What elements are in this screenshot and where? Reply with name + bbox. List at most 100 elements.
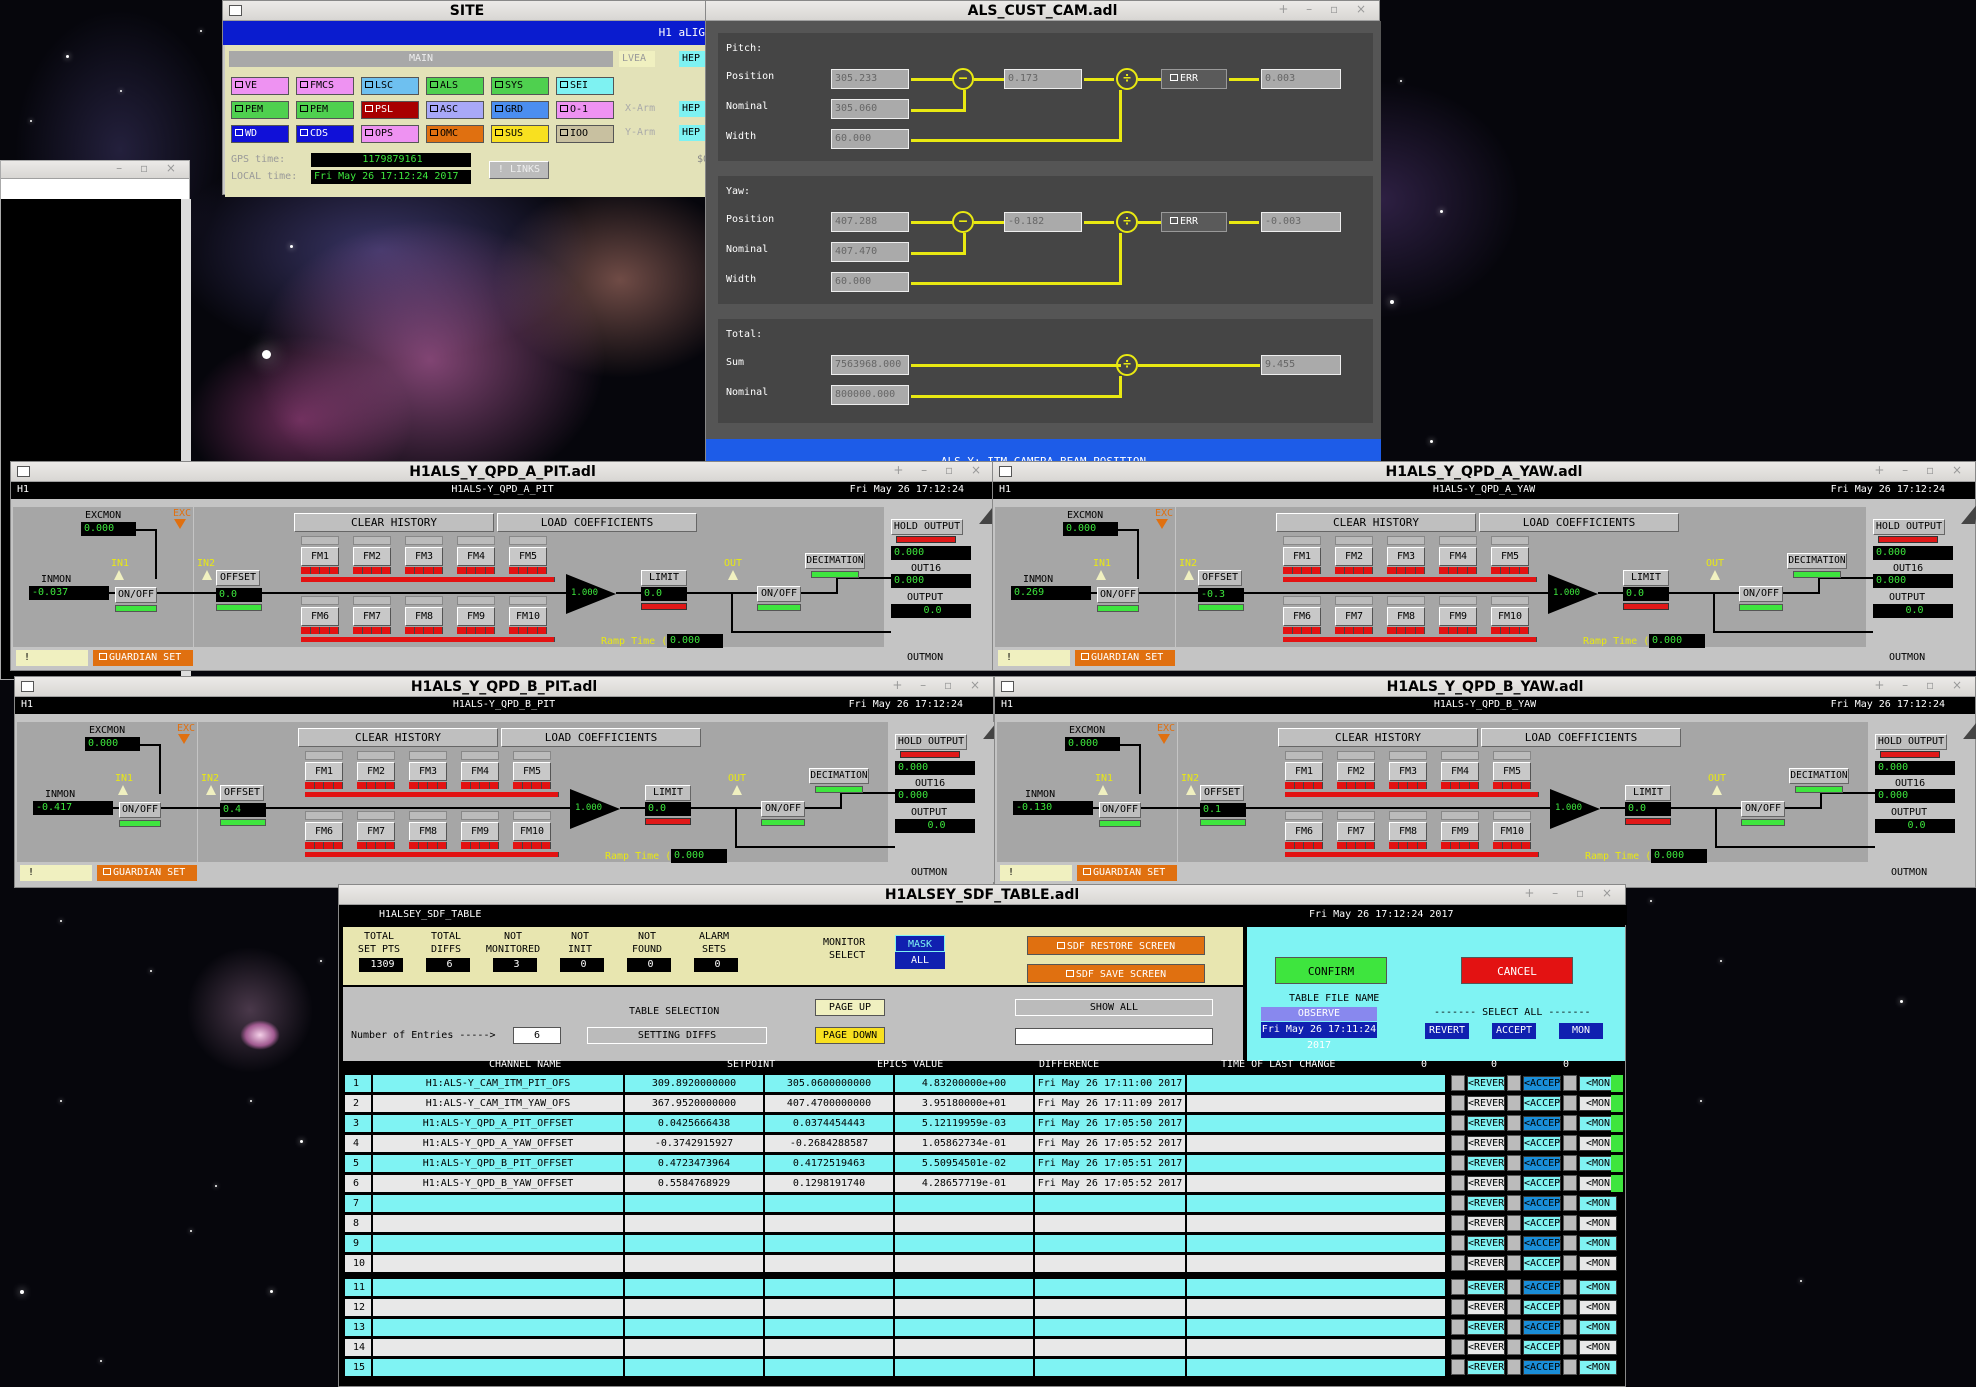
mon-button[interactable]: <MON — [1579, 1256, 1617, 1271]
site-button-sei[interactable]: SEI — [556, 77, 614, 95]
guardian-set-button[interactable]: GUARDIAN SET — [97, 865, 197, 881]
fm8-button[interactable]: FM8 — [409, 822, 447, 841]
mon-button[interactable]: <MON — [1579, 1360, 1617, 1375]
window-controls[interactable]: + – ▫ × — [1874, 678, 1969, 692]
hold-output-button[interactable]: HOLD OUTPUT — [1873, 519, 1945, 535]
ramp-time-value[interactable]: 0.000 — [1651, 849, 1707, 863]
site-button-sus[interactable]: SUS — [491, 125, 549, 143]
input-onoff-button[interactable]: ON/OFF — [1099, 802, 1141, 818]
accept-checkbox[interactable] — [1507, 1319, 1521, 1335]
mon-checkbox[interactable] — [1563, 1095, 1577, 1111]
accept-button[interactable]: <ACCEPT — [1523, 1340, 1566, 1355]
fm9-button[interactable]: FM9 — [461, 822, 499, 841]
fm2-button[interactable]: FM2 — [357, 762, 395, 781]
fm9-button[interactable]: FM9 — [1439, 607, 1477, 626]
revert-button[interactable]: <REVERT — [1467, 1236, 1510, 1251]
guardian-set-button[interactable]: GUARDIAN SET — [93, 650, 193, 666]
accept-button[interactable]: <ACCEPT — [1523, 1280, 1566, 1295]
fm9-button[interactable]: FM9 — [457, 607, 495, 626]
limit-button[interactable]: LIMIT — [1623, 570, 1669, 586]
mon-checkbox[interactable] — [1563, 1155, 1577, 1171]
filter-titlebar[interactable]: H1ALS_Y_QPD_B_YAW.adl + – ▫ × — [995, 677, 1975, 697]
fm1-button[interactable]: FM1 — [305, 762, 343, 781]
limit-button[interactable]: LIMIT — [1625, 785, 1671, 801]
site-button-pem[interactable]: PEM — [296, 101, 354, 119]
alert-button[interactable]: ! — [20, 865, 92, 881]
fm6-button[interactable]: FM6 — [301, 607, 339, 626]
mon-button[interactable]: <MON — [1579, 1340, 1617, 1355]
load-coefficients-button[interactable]: LOAD COEFFICIENTS — [1479, 513, 1679, 532]
accept-button[interactable]: <ACCEPT — [1523, 1176, 1566, 1191]
revert-button[interactable]: <REVERT — [1467, 1136, 1510, 1151]
fm9-button[interactable]: FM9 — [1441, 822, 1479, 841]
mon-button[interactable]: <MON — [1579, 1216, 1617, 1231]
fm8-button[interactable]: FM8 — [1387, 607, 1425, 626]
window-controls[interactable]: + – ▫ × — [893, 463, 988, 477]
revert-button[interactable]: <REVERT — [1467, 1116, 1510, 1131]
accept-checkbox[interactable] — [1507, 1195, 1521, 1211]
offset-value[interactable]: 0.0 — [216, 588, 262, 602]
output-onoff-button[interactable]: ON/OFF — [757, 586, 801, 602]
output-onoff-button[interactable]: ON/OFF — [761, 801, 805, 817]
fm10-button[interactable]: FM10 — [513, 822, 551, 841]
site-titlebar[interactable]: SITE — [223, 1, 711, 21]
mon-checkbox[interactable] — [1563, 1175, 1577, 1191]
guardian-set-button[interactable]: GUARDIAN SET — [1075, 650, 1175, 666]
yaw-err-button[interactable]: ERR — [1161, 212, 1227, 232]
fm2-button[interactable]: FM2 — [1337, 762, 1375, 781]
page-up-button[interactable]: PAGE UP — [815, 999, 885, 1016]
limit-button[interactable]: LIMIT — [645, 785, 691, 801]
fm1-button[interactable]: FM1 — [301, 547, 339, 566]
site-button-wd[interactable]: WD — [231, 125, 289, 143]
offset-value[interactable]: 0.4 — [220, 803, 266, 817]
mon-button[interactable]: <MON — [1579, 1300, 1617, 1315]
show-all-dropdown[interactable]: SHOW ALL — [1015, 999, 1213, 1016]
load-coefficients-button[interactable]: LOAD COEFFICIENTS — [1481, 728, 1681, 747]
revert-checkbox[interactable] — [1451, 1215, 1465, 1231]
sdf-restore-button[interactable]: SDF RESTORE SCREEN — [1027, 936, 1205, 955]
mon-button[interactable]: <MON — [1579, 1236, 1617, 1251]
site-button-sys[interactable]: SYS — [491, 77, 549, 95]
accept-checkbox[interactable] — [1507, 1095, 1521, 1111]
revert-checkbox[interactable] — [1451, 1279, 1465, 1295]
alert-button[interactable]: ! — [998, 650, 1070, 666]
setting-diffs-dropdown[interactable]: SETTING DIFFS — [587, 1027, 767, 1044]
mon-checkbox[interactable] — [1563, 1319, 1577, 1335]
sdf-save-button[interactable]: SDF SAVE SCREEN — [1027, 964, 1205, 983]
accept-button[interactable]: <ACCEPT — [1523, 1076, 1566, 1091]
site-button-o-1[interactable]: O-1 — [556, 101, 614, 119]
alert-button[interactable]: ! — [16, 650, 88, 666]
site-button-psl[interactable]: PSL — [361, 101, 419, 119]
fm2-button[interactable]: FM2 — [353, 547, 391, 566]
hold-output-button[interactable]: HOLD OUTPUT — [895, 734, 967, 750]
accept-button[interactable]: <ACCEPT — [1523, 1096, 1566, 1111]
mon-checkbox[interactable] — [1563, 1235, 1577, 1251]
site-button-grd[interactable]: GRD — [491, 101, 549, 119]
offset-button[interactable]: OFFSET — [220, 785, 264, 801]
hold-output-button[interactable]: HOLD OUTPUT — [891, 519, 963, 535]
revert-checkbox[interactable] — [1451, 1359, 1465, 1375]
accept-checkbox[interactable] — [1507, 1255, 1521, 1271]
revert-button[interactable]: <REVERT — [1467, 1096, 1510, 1111]
decimation-button[interactable]: DECIMATION — [805, 553, 865, 569]
fm7-button[interactable]: FM7 — [1337, 822, 1375, 841]
fm3-button[interactable]: FM3 — [405, 547, 443, 566]
revert-button[interactable]: <REVERT — [1467, 1216, 1510, 1231]
site-button-cds[interactable]: CDS — [296, 125, 354, 143]
window-menu-icon[interactable] — [1001, 681, 1014, 692]
revert-checkbox[interactable] — [1451, 1075, 1465, 1091]
guardian-set-button[interactable]: GUARDIAN SET — [1077, 865, 1177, 881]
site-button-ops[interactable]: OPS — [361, 125, 419, 143]
revert-checkbox[interactable] — [1451, 1095, 1465, 1111]
fm7-button[interactable]: FM7 — [353, 607, 391, 626]
offset-button[interactable]: OFFSET — [1200, 785, 1244, 801]
partial-window-titlebar[interactable]: – ▫ × — [1, 161, 189, 179]
fm10-button[interactable]: FM10 — [1491, 607, 1529, 626]
offset-button[interactable]: OFFSET — [1198, 570, 1242, 586]
fm7-button[interactable]: FM7 — [1335, 607, 1373, 626]
sdf-titlebar[interactable]: H1ALSEY_SDF_TABLE.adl + – ▫ × — [339, 885, 1625, 905]
fm1-button[interactable]: FM1 — [1285, 762, 1323, 781]
select-all-revert-button[interactable]: REVERT — [1425, 1023, 1469, 1039]
window-menu-icon[interactable] — [21, 681, 34, 692]
offset-value[interactable]: -0.3 — [1198, 588, 1244, 602]
